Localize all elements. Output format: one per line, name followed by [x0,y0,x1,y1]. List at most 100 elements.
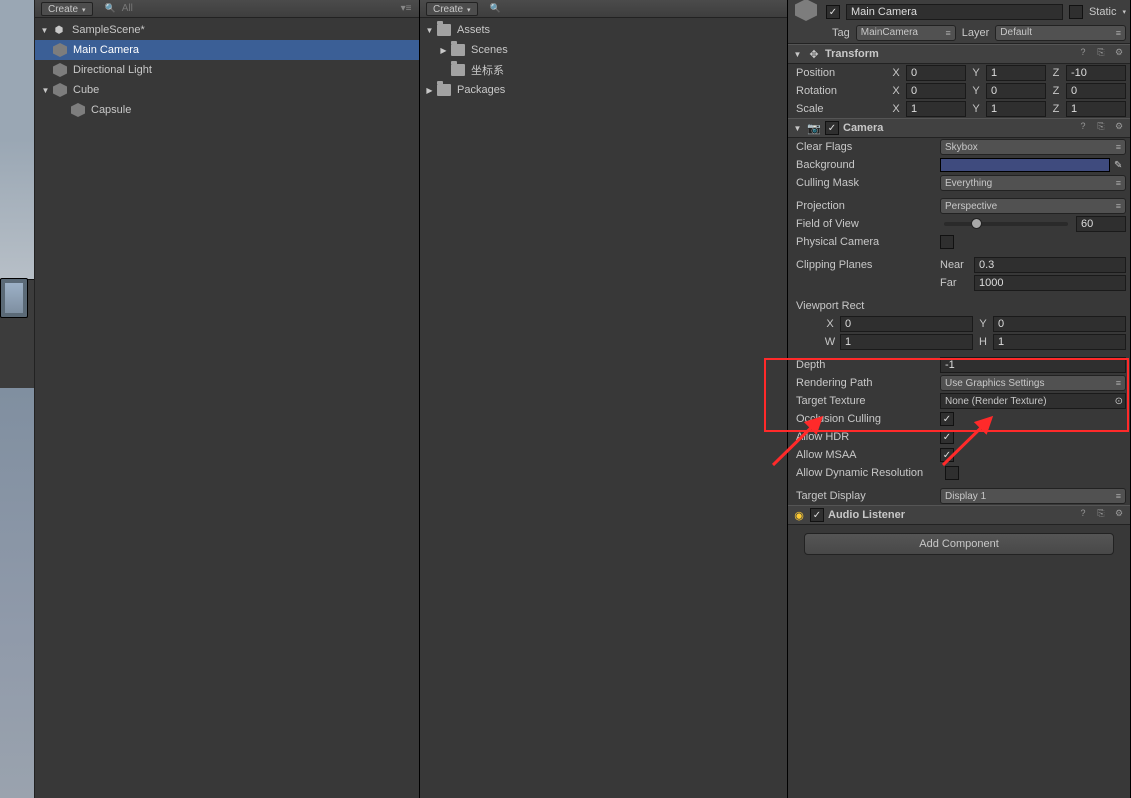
unity-icon: ⬢ [52,23,66,37]
clear-flags-popup[interactable]: Skybox [940,139,1126,155]
fov-field[interactable] [1076,216,1126,232]
rot-x[interactable] [906,83,966,99]
component-title: Camera [843,122,1072,134]
foldout-icon[interactable] [39,25,50,36]
gameobject-icon [71,103,85,117]
help-icon[interactable]: ? [1076,508,1090,522]
hierarchy-tree: ⬢ SampleScene* Main Camera Directional L… [35,18,419,122]
near-label: Near [940,259,970,271]
fov-slider[interactable] [944,222,1068,226]
static-checkbox[interactable] [1069,5,1083,19]
prop-label: Clear Flags [796,141,936,153]
project-folder[interactable]: Scenes [420,40,787,60]
item-label: Cube [73,84,99,96]
culling-mask-popup[interactable]: Everything [940,175,1126,191]
project-panel: Create Assets Scenes 坐标系 Packages [420,0,788,798]
scl-z[interactable] [1066,101,1126,117]
tag-label: Tag [832,27,850,39]
preset-icon[interactable]: ⎘ [1094,508,1108,522]
prop-label: Viewport Rect [796,300,936,312]
audiolistener-header[interactable]: ◉ Audio Listener ? ⎘ ⚙ [788,505,1130,525]
foldout-icon[interactable] [424,85,435,96]
gear-icon[interactable]: ⚙ [1112,47,1126,61]
physical-camera-checkbox[interactable] [940,235,954,249]
rot-z[interactable] [1066,83,1126,99]
active-checkbox[interactable] [826,5,840,19]
item-label: Main Camera [73,44,139,56]
scene-row[interactable]: ⬢ SampleScene* [35,20,419,40]
packages-row[interactable]: Packages [420,80,787,100]
add-component-button[interactable]: Add Component [804,533,1114,555]
prop-label: Projection [796,200,936,212]
viewport-h[interactable] [993,334,1126,350]
target-display-popup[interactable]: Display 1 [940,488,1126,504]
hierarchy-panel: Create All ▾≡ ⬢ SampleScene* Main Camera… [35,0,420,798]
preset-icon[interactable]: ⎘ [1094,47,1108,61]
layer-popup[interactable]: Default [995,25,1126,41]
prop-label: Target Texture [796,395,936,407]
viewport-w[interactable] [840,334,973,350]
far-field[interactable] [974,275,1126,291]
viewport-x[interactable] [840,316,973,332]
prop-label: Scale [796,103,886,115]
create-button[interactable]: Create [41,2,93,16]
rot-y[interactable] [986,83,1046,99]
tag-popup[interactable]: MainCamera [856,25,956,41]
scl-x[interactable] [906,101,966,117]
viewport-y[interactable] [993,316,1126,332]
name-field[interactable] [846,4,1063,20]
near-field[interactable] [974,257,1126,273]
project-tree: Assets Scenes 坐标系 Packages [420,18,787,102]
foldout-icon[interactable] [40,85,51,96]
position-row: Position X Y Z [788,64,1130,82]
gameobject-icon[interactable] [792,0,820,24]
foldout-icon[interactable] [424,25,435,36]
dynres-checkbox[interactable] [945,466,959,480]
item-label: Scenes [471,44,508,56]
search-icon[interactable] [484,3,501,14]
hdr-checkbox[interactable] [940,430,954,444]
enable-checkbox[interactable] [825,121,839,135]
occlusion-checkbox[interactable] [940,412,954,426]
hierarchy-item-capsule[interactable]: Capsule [35,100,419,120]
gear-icon[interactable]: ⚙ [1112,121,1126,135]
prop-label: Allow Dynamic Resolution [796,467,941,479]
enable-checkbox[interactable] [810,508,824,522]
scl-y[interactable] [986,101,1046,117]
pos-z[interactable] [1066,65,1126,81]
component-title: Audio Listener [828,509,1072,521]
foldout-icon[interactable] [792,123,803,134]
background-color[interactable] [940,158,1110,172]
camera-header[interactable]: 📷 Camera ? ⎘ ⚙ [788,118,1130,138]
pos-y[interactable] [986,65,1046,81]
foldout-icon[interactable] [792,49,803,60]
panel-menu-icon[interactable]: ▾≡ [399,3,413,14]
help-icon[interactable]: ? [1076,47,1090,61]
assets-row[interactable]: Assets [420,20,787,40]
project-folder[interactable]: 坐标系 [420,60,787,80]
msaa-checkbox[interactable] [940,448,954,462]
search-icon[interactable] [99,3,116,14]
hierarchy-item-cube[interactable]: Cube [35,80,419,100]
pos-x[interactable] [906,65,966,81]
hierarchy-item-light[interactable]: Directional Light [35,60,419,80]
hierarchy-item-main-camera[interactable]: Main Camera [35,40,419,60]
depth-field[interactable] [940,357,1126,373]
target-texture-field[interactable]: None (Render Texture) [940,393,1126,409]
rendering-path-popup[interactable]: Use Graphics Settings [940,375,1126,391]
preset-icon[interactable]: ⎘ [1094,121,1108,135]
prop-label: Field of View [796,218,936,230]
eyedropper-icon[interactable]: ✎ [1114,160,1126,171]
prop-label: Position [796,67,886,79]
folder-icon [437,24,451,36]
gear-icon[interactable]: ⚙ [1112,508,1126,522]
projection-popup[interactable]: Perspective [940,198,1126,214]
foldout-icon[interactable] [438,45,449,56]
transform-header[interactable]: ✥ Transform ? ⎘ ⚙ [788,44,1130,64]
item-label: Capsule [91,104,131,116]
static-label: Static [1089,6,1117,18]
prop-label: Clipping Planes [796,259,936,271]
create-button[interactable]: Create [426,2,478,16]
help-icon[interactable]: ? [1076,121,1090,135]
scene-name: SampleScene* [72,24,145,36]
